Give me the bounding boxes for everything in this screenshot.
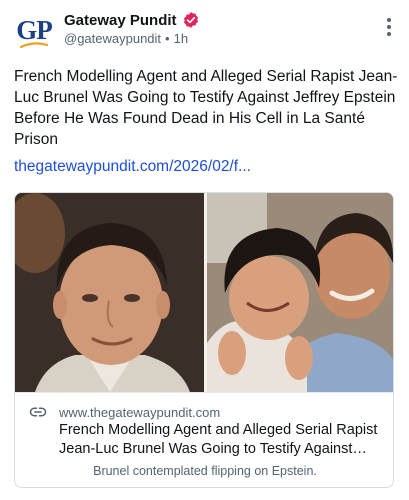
handle[interactable]: @gatewaypundit — [64, 31, 161, 46]
name-row: Gateway Pundit — [64, 10, 200, 30]
post-text: French Modelling Agent and Alleged Seria… — [14, 68, 398, 148]
post-link[interactable]: thegatewaypundit.com/2026/02/f... — [14, 158, 251, 176]
verified-badge-icon — [183, 12, 198, 28]
meta-row: @gatewaypundit • 1h — [64, 31, 188, 46]
photo-two-people — [207, 193, 393, 392]
link-icon — [29, 407, 47, 417]
more-vertical-icon[interactable] — [385, 18, 393, 38]
link-preview-body[interactable]: www.thegatewaypundit.com French Modellin… — [15, 392, 393, 487]
post-time[interactable]: 1h — [174, 31, 188, 46]
link-preview-card[interactable]: www.thegatewaypundit.com French Modellin… — [14, 192, 394, 488]
link-preview-image[interactable] — [15, 193, 393, 392]
avatar[interactable]: GP — [14, 12, 54, 52]
photo-portrait-man — [15, 193, 204, 392]
post-card[interactable]: GP Gateway Pundit @gatewaypundit • 1h Fr… — [0, 0, 409, 500]
post-header: GP Gateway Pundit @gatewaypundit • 1h — [14, 10, 395, 54]
meta-separator: • — [165, 31, 170, 46]
display-name[interactable]: Gateway Pundit — [64, 12, 177, 29]
card-description: Brunel contemplated flipping on Epstein. — [93, 464, 317, 478]
card-domain: www.thegatewaypundit.com — [59, 405, 221, 420]
card-title[interactable]: French Modelling Agent and Alleged Seria… — [59, 421, 381, 459]
logo-swoosh-icon — [20, 42, 48, 48]
avatar-logo-text: GP — [16, 14, 52, 45]
